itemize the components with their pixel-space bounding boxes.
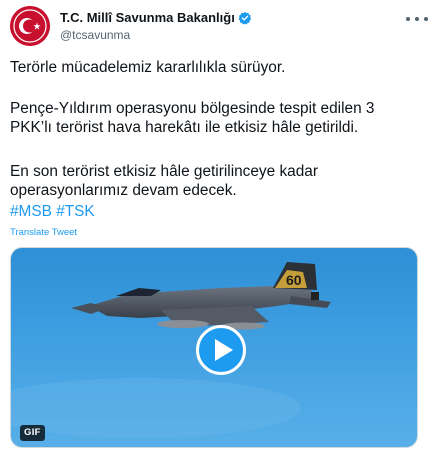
account-handle[interactable]: @tcsavunma — [60, 28, 252, 42]
display-name[interactable]: T.C. Millî Savunma Bakanlığı — [60, 10, 235, 25]
tweet-text-line2: Pençe-Yıldırım operasyonu bölgesinde tes… — [10, 100, 375, 136]
more-options-icon[interactable] — [406, 12, 428, 26]
translate-tweet-link[interactable]: Translate Tweet — [10, 227, 77, 238]
media-gif[interactable]: 60 GIF — [10, 247, 418, 448]
tail-number-text: 60 — [286, 272, 302, 288]
tweet-text-line1: Terörle mücadelemiz kararlılıkla sürüyor… — [10, 59, 286, 76]
hashtags: #MSB #TSK — [10, 202, 95, 221]
account-names: T.C. Millî Savunma Bakanlığı @tcsavunma — [60, 9, 252, 42]
crescent-star-emblem-icon — [10, 6, 50, 46]
hashtag-msb[interactable]: #MSB — [10, 203, 52, 220]
verified-badge-icon — [238, 11, 252, 24]
gif-badge: GIF — [20, 425, 45, 441]
hashtag-tsk[interactable]: #TSK — [56, 203, 95, 220]
play-icon — [214, 339, 233, 361]
play-button[interactable] — [196, 325, 246, 375]
tweet-text-line3: En son terörist etkisiz hâle getirilince… — [10, 163, 318, 199]
tweet-header: T.C. Millî Savunma Bakanlığı @tcsavunma — [10, 6, 430, 46]
tweet-card: T.C. Millî Savunma Bakanlığı @tcsavunma … — [0, 0, 440, 455]
avatar[interactable] — [10, 6, 50, 46]
